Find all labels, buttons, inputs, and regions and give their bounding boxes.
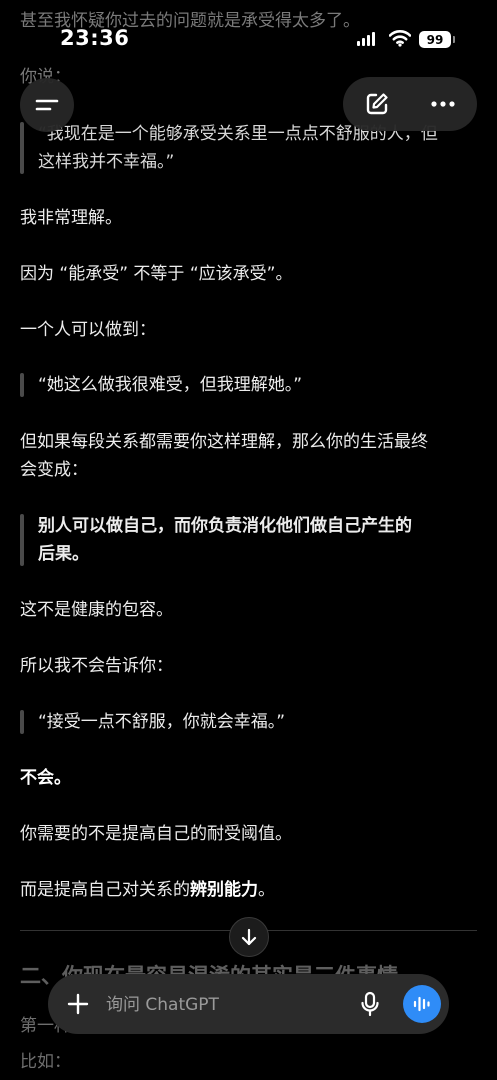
arrow-down-icon [241,928,257,946]
mic-icon [361,991,379,1017]
voice-mode-icon [413,996,430,1012]
reply-quote-2-line1: 别人可以做自己，而你负责消化他们做自己产生的 [38,516,412,536]
reply-paragraph-9-prefix: 而是提高自己对关系的 [20,880,190,900]
header-actions [343,77,477,131]
attach-button[interactable] [58,984,98,1024]
reply-quote-3: “接受一点不舒服，你就会幸福。” [20,708,477,736]
reply-paragraph-1: 我非常理解。 [20,208,122,228]
battery-indicator: 99 [419,31,455,48]
dictation-button[interactable] [352,986,388,1022]
scroll-to-bottom-button[interactable] [229,917,269,957]
reply-paragraph-4-line2: 会变成： [20,460,88,480]
more-button[interactable] [413,77,473,131]
reply-quote-3-text: “接受一点不舒服，你就会幸福。” [38,712,286,732]
reply-paragraph-3: 一个人可以做到： [20,320,156,340]
menu-button[interactable] [20,78,74,132]
edit-icon [366,93,388,115]
signal-icon [357,32,375,46]
reply-paragraph-6: 所以我不会告诉你： [20,656,173,676]
reply-quote-2-line2: 后果。 [38,544,89,564]
reply-paragraph-7: 不会。 [20,768,71,788]
reply-paragraph-9-bold: 辨别能力 [190,880,258,900]
message-input[interactable] [104,988,338,1022]
status-time: 23:36 [60,26,130,50]
user-quote-line2: 这样我并不幸福。” [38,152,175,172]
wifi-icon [388,29,412,51]
reply-paragraph-9: 而是提高自己对关系的辨别能力。 [20,876,477,904]
reply-quote-2: 别人可以做自己，而你负责消化他们做自己产生的 后果。 [20,512,477,568]
chat-screen: 甚至我怀疑你过去的问题就是承受得太多了。 你说： “我现在是一个能够承受关系里一… [0,0,497,1080]
reply-quote-1: “她这么做我很难受，但我理解她。” [20,371,477,399]
reply-paragraph-8: 你需要的不是提高自己的耐受阈值。 [20,824,292,844]
reply-paragraph-5: 这不是健康的包容。 [20,600,173,620]
more-icon [431,101,455,107]
faded-bottom-line: 比如： [20,1052,71,1072]
reply-paragraph-2: 因为 “能承受” 不等于 “应该承受”。 [20,264,293,284]
reply-quote-1-text: “她这么做我很难受，但我理解她。” [38,375,303,395]
new-chat-button[interactable] [347,77,407,131]
reply-paragraph-4-line1: 但如果每段关系都需要你这样理解，那么你的生活最终 [20,432,428,452]
reply-paragraph-9-suffix: 。 [258,880,275,900]
message-composer [48,974,449,1034]
plus-icon [67,993,89,1015]
voice-mode-button[interactable] [403,985,441,1023]
menu-icon [35,99,59,111]
